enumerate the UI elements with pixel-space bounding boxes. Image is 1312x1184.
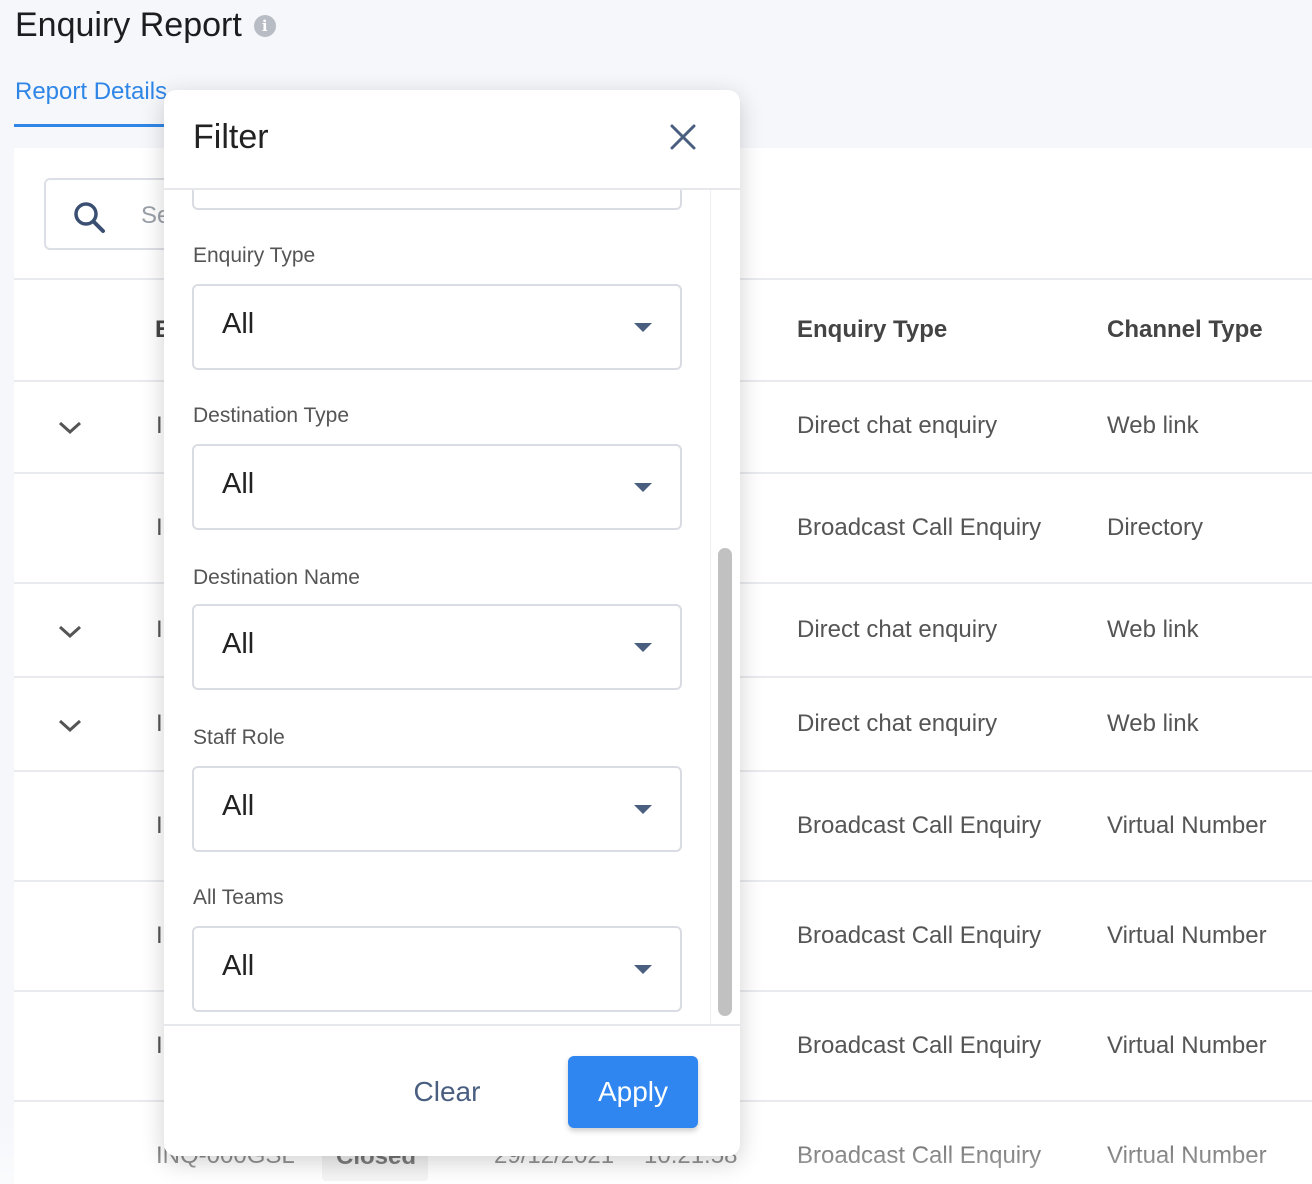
row-enquiry-type: Broadcast Call Enquiry — [797, 812, 1042, 839]
caret-down-icon — [634, 805, 652, 814]
row-id: I — [156, 514, 163, 541]
filter-label-enquiry-type: Enquiry Type — [193, 244, 316, 267]
destination-type-select[interactable]: All — [192, 444, 682, 530]
enquiry-type-select[interactable]: All — [192, 284, 682, 370]
search-icon — [74, 202, 105, 233]
row-id: I — [156, 1032, 163, 1059]
caret-down-icon — [634, 483, 652, 492]
select-value: All — [222, 790, 255, 822]
row-enquiry-type: Direct chat enquiry — [797, 412, 998, 439]
info-icon[interactable]: i — [253, 14, 276, 37]
filter-label-destination-type: Destination Type — [193, 404, 350, 427]
chevron-down-icon[interactable] — [56, 716, 84, 736]
caret-down-icon — [634, 965, 652, 974]
row-enquiry-type: Broadcast Call Enquiry — [797, 1142, 1042, 1169]
select-value: All — [222, 308, 255, 340]
row-id: I — [156, 616, 163, 643]
tab-report-details[interactable]: Report Details — [15, 78, 167, 106]
header-channel-type[interactable]: Channel Type — [1107, 316, 1263, 344]
page-title: Enquiry Report i — [15, 6, 276, 45]
row-channel-type: Virtual Number — [1107, 812, 1267, 839]
select-value: All — [222, 468, 255, 500]
row-id: I — [156, 922, 163, 949]
row-enquiry-type: Broadcast Call Enquiry — [797, 1032, 1042, 1059]
row-id: I — [156, 710, 163, 737]
all-teams-select[interactable]: All — [192, 926, 682, 1012]
row-channel-type: Web link — [1107, 616, 1199, 643]
filter-label-destination-name: Destination Name — [193, 566, 360, 589]
filter-modal: Filter Enquiry Type All Destination Type… — [164, 90, 740, 1156]
row-id: I — [156, 812, 163, 839]
apply-button[interactable]: Apply — [568, 1056, 698, 1128]
row-enquiry-type: Direct chat enquiry — [797, 616, 998, 643]
select-value: All — [222, 628, 255, 660]
clear-button[interactable]: Clear — [382, 1056, 512, 1128]
scrollbar-thumb[interactable] — [718, 548, 732, 1016]
row-channel-type: Web link — [1107, 710, 1199, 737]
row-id: I — [156, 412, 163, 439]
chevron-down-icon[interactable] — [56, 418, 84, 438]
active-tab-indicator — [14, 124, 174, 127]
caret-down-icon — [634, 323, 652, 332]
header-enquiry-type[interactable]: Enquiry Type — [797, 316, 947, 344]
row-channel-type: Directory — [1107, 514, 1204, 541]
filter-label-all-teams: All Teams — [193, 886, 284, 909]
filter-label-staff-role: Staff Role — [193, 726, 285, 749]
divider — [164, 1024, 740, 1026]
row-channel-type: Web link — [1107, 412, 1199, 439]
close-icon[interactable] — [666, 120, 700, 154]
select-value: All — [222, 950, 255, 982]
page-title-text: Enquiry Report — [15, 6, 242, 44]
row-channel-type: Virtual Number — [1107, 1142, 1267, 1169]
row-channel-type: Virtual Number — [1107, 1032, 1267, 1059]
chevron-down-icon[interactable] — [56, 622, 84, 642]
caret-down-icon — [634, 643, 652, 652]
row-enquiry-type: Direct chat enquiry — [797, 710, 998, 737]
filter-select-partial[interactable] — [192, 190, 682, 210]
modal-title: Filter — [193, 118, 269, 156]
row-channel-type: Virtual Number — [1107, 922, 1267, 949]
staff-role-select[interactable]: All — [192, 766, 682, 852]
row-enquiry-type: Broadcast Call Enquiry — [797, 922, 1042, 949]
filter-body: Enquiry Type All Destination Type All De… — [164, 190, 740, 1024]
destination-name-select[interactable]: All — [192, 604, 682, 690]
row-enquiry-type: Broadcast Call Enquiry — [797, 514, 1042, 541]
